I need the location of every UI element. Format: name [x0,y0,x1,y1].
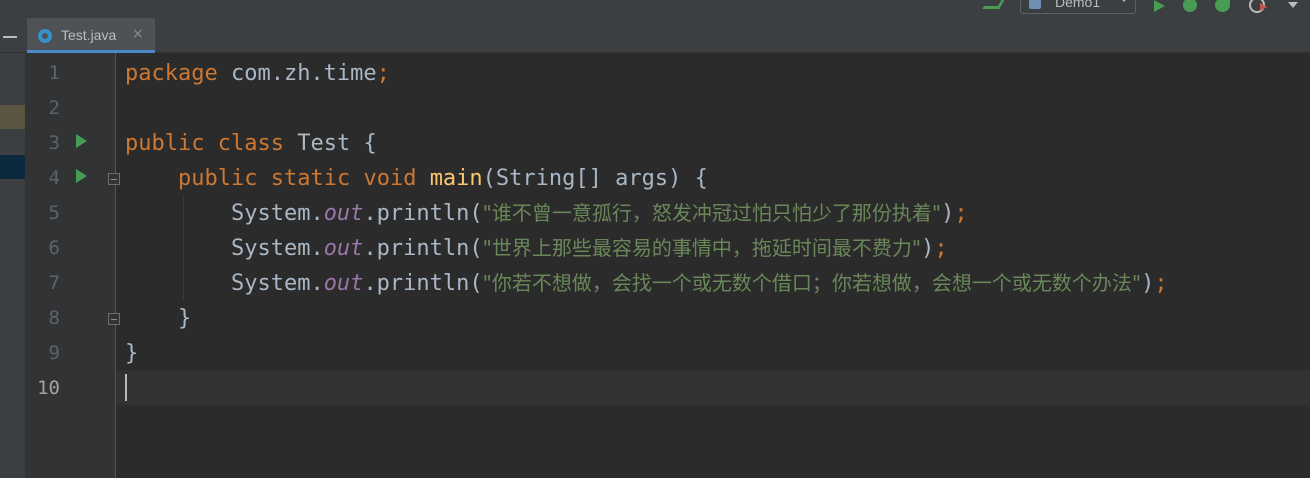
line-number: 5 [48,202,60,224]
static-field: out [323,236,364,261]
editor-tab-bar: Test.java × [0,18,1310,53]
run-main-icon[interactable] [76,169,87,183]
line-number: 2 [48,97,60,119]
static-field: out [323,271,364,296]
side-highlight [0,105,25,129]
side-selection [0,155,25,179]
paren: ) [1141,271,1155,296]
system-class: System. [230,236,324,261]
line-number-current: 10 [37,377,60,399]
semicolon: ; [954,201,968,226]
code-line-5[interactable]: System.out.println("谁不曾一意孤行，怒发冲冠过怕只怕少了那份… [125,196,968,231]
semicolon: ; [376,61,390,86]
debug-icon[interactable] [1183,0,1197,12]
method-call: .println( [363,236,483,261]
run-configuration-label: Demo1 [1055,0,1101,10]
application-config-icon [1029,0,1041,9]
closing-brace: } [125,341,139,366]
method-signature: (String[] args) { [482,166,708,191]
string-literal: "世界上那些最容易的事情中，拖延时间最不费力" [482,236,922,260]
class-declaration: Test { [283,131,377,156]
fold-icon[interactable] [108,313,120,325]
code-line-4[interactable]: public static void main(String[] args) { [125,161,708,196]
paren: ) [921,236,935,261]
code-line-8[interactable]: } [125,301,191,336]
code-line-9[interactable]: } [125,336,138,371]
line-number: 7 [48,272,60,294]
keyword: public [177,166,258,191]
current-line-highlight [116,370,1310,405]
run-icon[interactable] [1154,0,1165,12]
string-literal: "你若不想做，会找一个或无数个借口；你若想做，会想一个或无数个办法" [482,271,1142,295]
text-caret [125,374,127,401]
paren: ) [941,201,955,226]
fold-icon[interactable] [108,173,120,185]
chevron-down-icon[interactable] [1288,2,1298,8]
package-name: com.zh.time [217,61,377,86]
method-call: .println( [363,201,483,226]
system-class: System. [230,271,324,296]
line-number: 6 [48,237,60,259]
code-line-1[interactable]: package com.zh.time; [125,56,390,91]
keyword: public [125,131,205,156]
method-call: .println( [363,271,483,296]
line-number: 1 [48,62,60,84]
coverage-icon[interactable] [1215,0,1230,12]
project-side-strip [0,53,25,478]
static-field: out [323,201,364,226]
hammer-icon[interactable] [982,0,1007,9]
line-number: 3 [48,132,60,154]
semicolon: ; [1154,271,1168,296]
profile-run-icon [1260,3,1267,11]
close-icon[interactable]: × [132,26,144,42]
minimize-icon[interactable] [3,36,17,38]
string-literal: "谁不曾一意孤行，怒发冲冠过怕只怕少了那份执着" [482,201,942,225]
code-line-3[interactable]: public class Test { [125,126,377,161]
chevron-down-icon [1119,0,1129,2]
java-class-icon [38,29,52,43]
line-number: 8 [48,307,60,329]
tab-test-java[interactable]: Test.java × [27,18,155,53]
run-class-icon[interactable] [76,134,87,148]
system-class: System. [230,201,324,226]
code-line-6[interactable]: System.out.println("世界上那些最容易的事情中，拖延时间最不费… [125,231,948,266]
keyword: static [270,166,351,191]
tab-label: Test.java [61,27,117,43]
keyword: class [217,131,284,156]
line-number: 4 [48,167,60,189]
run-configuration-select[interactable]: Demo1 [1020,0,1136,14]
method-name: main [429,166,483,191]
closing-brace: } [177,306,192,331]
line-number: 9 [48,342,60,364]
semicolon: ; [934,236,948,261]
keyword: void [363,166,417,191]
keyword: package [125,61,218,86]
main-toolbar: Demo1 [0,0,1310,18]
code-line-7[interactable]: System.out.println("你若不想做，会找一个或无数个借口；你若想… [125,266,1168,301]
